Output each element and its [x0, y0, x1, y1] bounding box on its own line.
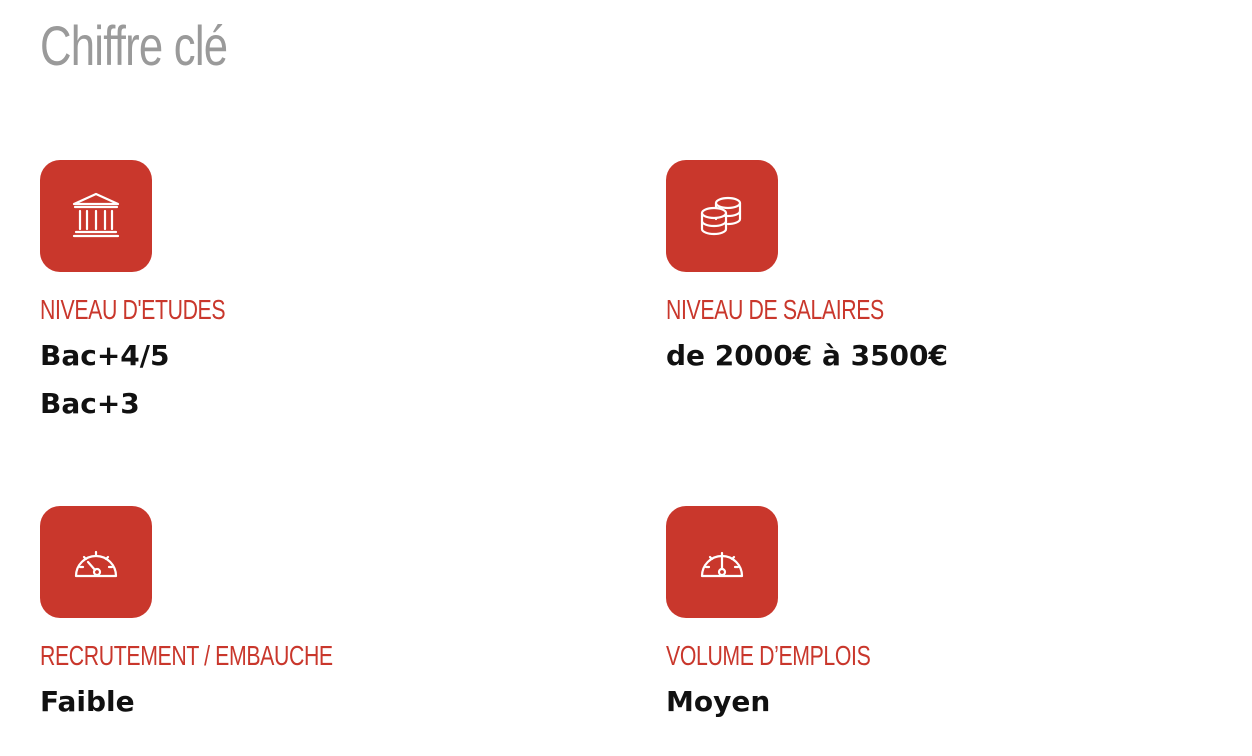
- card-niveau-salaires: NIVEAU DE SALAIRES de 2000€ à 3500€: [666, 160, 1226, 380]
- card-recrutement: RECRUTEMENT / EMBAUCHE Faible: [40, 506, 600, 726]
- card-values: Faible: [40, 678, 600, 726]
- card-values: Moyen: [666, 678, 1226, 726]
- card-label: VOLUME D’EMPLOIS: [666, 640, 871, 671]
- card-label: RECRUTEMENT / EMBAUCHE: [40, 640, 333, 671]
- card-value: Bac+4/5: [40, 339, 170, 372]
- card-values: de 2000€ à 3500€: [666, 332, 1226, 380]
- coins-icon: [666, 160, 778, 272]
- page-title: Chiffre clé: [40, 14, 228, 77]
- card-value: de 2000€ à 3500€: [666, 339, 948, 372]
- card-volume-emplois: VOLUME D’EMPLOIS Moyen: [666, 506, 1226, 726]
- card-value: Faible: [40, 685, 135, 718]
- gauge-medium-icon: [666, 506, 778, 618]
- card-label: NIVEAU DE SALAIRES: [666, 294, 884, 325]
- gauge-low-icon: [40, 506, 152, 618]
- bank-icon: [40, 160, 152, 272]
- card-value: Moyen: [666, 685, 771, 718]
- card-niveau-etudes: NIVEAU D'ETUDES Bac+4/5 Bac+3: [40, 160, 600, 428]
- card-values: Bac+4/5 Bac+3: [40, 332, 600, 428]
- card-label: NIVEAU D'ETUDES: [40, 294, 226, 325]
- card-value: Bac+3: [40, 387, 140, 420]
